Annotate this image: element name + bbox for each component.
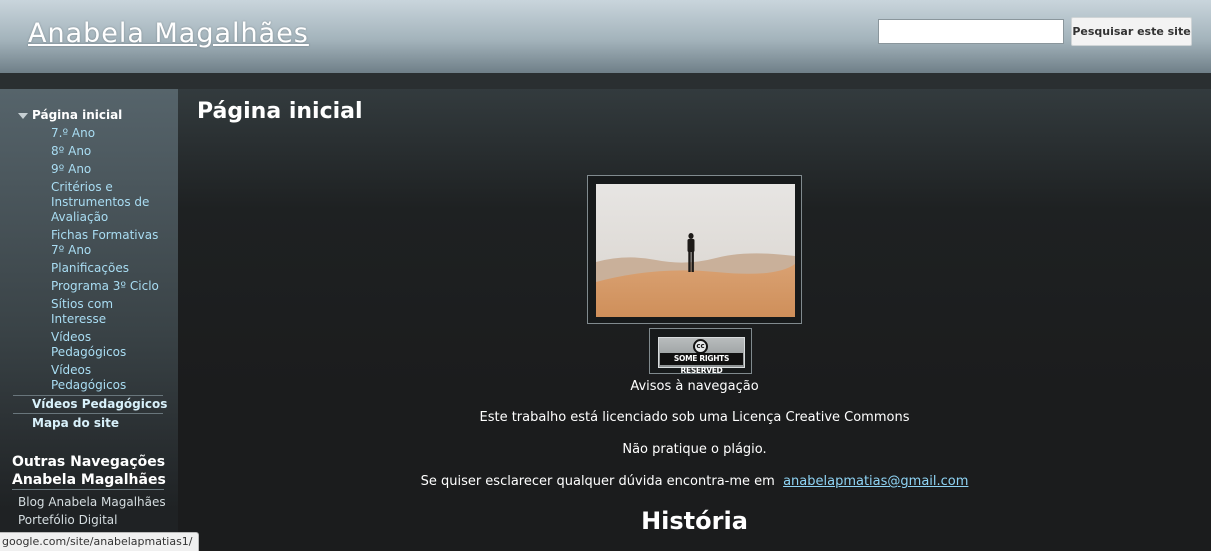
desert-photo[interactable] (596, 184, 795, 317)
sidebar-item-sitios[interactable]: Sítios com Interesse (51, 297, 131, 327)
notice-title: Avisos à navegação (630, 379, 759, 394)
sidebar-item-videos-2[interactable]: Vídeos Pedagógicos (51, 363, 131, 393)
creative-commons-badge[interactable]: cc SOME RIGHTS RESERVED (658, 337, 745, 375)
license-text: Este trabalho está licenciado sob uma Li… (479, 410, 910, 425)
sidebar-separator (13, 413, 163, 414)
photo-frame (587, 175, 802, 324)
search-input[interactable] (878, 19, 1064, 44)
sidebar-item-programa[interactable]: Programa 3º Ciclo (51, 279, 159, 294)
sidebar-item-videos-top[interactable]: Vídeos Pedagógicos (32, 397, 167, 412)
plagiarism-text: Não pratique o plágio. (622, 442, 767, 457)
sidebar-item-8-ano[interactable]: 8º Ano (51, 144, 91, 159)
contact-text: Se quiser esclarecer qualquer dúvida enc… (420, 474, 775, 489)
link-portfolio[interactable]: Portefólio Digital (18, 513, 117, 527)
sidebar-item-fichas[interactable]: Fichas Formativas 7º Ano (51, 228, 161, 258)
contact-line: Se quiser esclarecer qualquer dúvida enc… (178, 474, 1211, 489)
site-title-link[interactable]: Anabela Magalhães (28, 18, 309, 49)
site-header: Anabela Magalhães Pesquisar este site (0, 0, 1211, 73)
sidebar-item-criterios[interactable]: Critérios e Instrumentos de Avaliação (51, 180, 161, 225)
other-nav-title: Outras Navegações Anabela Magalhães (12, 454, 166, 488)
sidebar-item-9-ano[interactable]: 9º Ano (51, 162, 91, 177)
sidebar-separator (12, 489, 164, 490)
link-blog[interactable]: Blog Anabela Magalhães (18, 495, 166, 509)
status-bar-url: google.com/site/anabelapmatias1/ (0, 532, 199, 551)
email-link[interactable]: anabelapmatias@gmail.com (783, 474, 968, 489)
header-divider (0, 73, 1211, 89)
sidebar-item-planificacoes[interactable]: Planificações (51, 261, 129, 276)
license-badge-frame: cc SOME RIGHTS RESERVED (649, 328, 752, 375)
sidebar-item-sitemap[interactable]: Mapa do site (32, 416, 119, 431)
collapse-arrow-icon[interactable] (18, 113, 28, 119)
sidebar-separator (13, 395, 163, 396)
page-title: Página inicial (197, 99, 363, 124)
cc-badge-label: SOME RIGHTS RESERVED (660, 353, 743, 375)
creative-commons-icon: cc (693, 339, 708, 354)
sidebar-item-7-ano[interactable]: 7.º Ano (51, 126, 95, 141)
section-heading: História (641, 507, 748, 535)
sidebar-item-home[interactable]: Página inicial (32, 108, 122, 123)
sidebar-item-videos-1[interactable]: Vídeos Pedagógicos (51, 330, 131, 360)
search-button[interactable]: Pesquisar este site (1071, 17, 1192, 46)
